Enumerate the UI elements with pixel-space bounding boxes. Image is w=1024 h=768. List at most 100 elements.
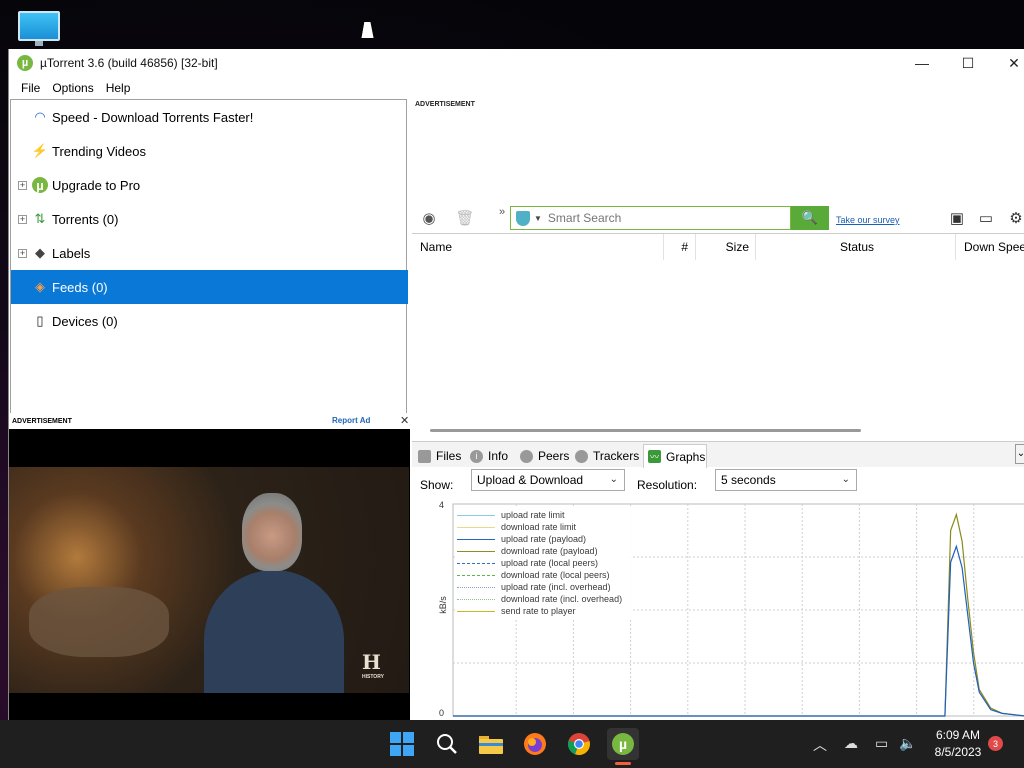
rss-icon[interactable]: ◉: [419, 208, 439, 228]
title-bar[interactable]: µ µTorrent 3.6 (build 46856) [32-bit]: [9, 49, 1024, 77]
sidebar-item-feeds[interactable]: ◈ Feeds (0): [11, 270, 408, 304]
sidebar-item-torrents[interactable]: + ⇅ Torrents (0): [11, 202, 408, 236]
column-down-speed[interactable]: Down Speed: [956, 234, 1024, 260]
legend-swatch: [457, 550, 495, 552]
legend-label: upload rate (payload): [501, 534, 587, 544]
settings-gear-icon[interactable]: ⚙: [1006, 208, 1024, 228]
transfer-graph: 4 0 kB/s upload rate limit download rate …: [438, 500, 1024, 720]
ad-video[interactable]: H HISTORY: [9, 467, 409, 693]
column-name[interactable]: Name: [412, 234, 664, 260]
show-select-value: Upload & Download: [477, 473, 584, 487]
sidebar-item-trending[interactable]: ⚡ Trending Videos: [11, 134, 408, 168]
maximize-button[interactable]: ☐: [945, 49, 991, 77]
collapse-panel-button[interactable]: ⌄: [1015, 444, 1024, 464]
sidebar-item-devices[interactable]: ▯ Devices (0): [11, 304, 408, 338]
utorrent-icon: µ: [32, 177, 48, 193]
sidebar-item-upgrade[interactable]: + µ Upgrade to Pro: [11, 168, 408, 202]
y-tick-max: 4: [439, 500, 445, 510]
show-select[interactable]: Upload & Download ⌄: [471, 469, 625, 491]
column-number[interactable]: #: [664, 234, 696, 260]
chevron-down-icon[interactable]: ▼: [534, 214, 542, 223]
menu-bar: File Options Help: [9, 77, 1024, 99]
start-icon[interactable]: [386, 728, 418, 760]
info-icon: i: [470, 449, 483, 463]
legend-label: upload rate limit: [501, 510, 565, 520]
expand-icon[interactable]: +: [18, 180, 27, 190]
report-ad-link[interactable]: Report Ad: [332, 416, 370, 425]
search-icon[interactable]: [431, 728, 463, 760]
close-button[interactable]: ✕: [991, 49, 1024, 77]
legend-label: upload rate (local peers): [501, 558, 599, 568]
tab-info[interactable]: i Info: [470, 444, 514, 468]
graph-legend: upload rate limit download rate limit uplo…: [455, 507, 633, 619]
minimize-button[interactable]: —: [899, 49, 945, 77]
network-icon[interactable]: ▭: [875, 735, 888, 752]
chrome-icon[interactable]: [563, 728, 595, 760]
sidebar-item-labels[interactable]: + ◆ Labels: [11, 236, 408, 270]
menu-file[interactable]: File: [15, 81, 46, 95]
show-hidden-icons-chevron-icon[interactable]: ︿: [813, 735, 827, 755]
notification-badge[interactable]: 3: [988, 736, 1003, 751]
tab-trackers[interactable]: Trackers: [575, 444, 641, 468]
smart-search[interactable]: ▼: [510, 206, 791, 230]
search-input[interactable]: [547, 211, 778, 225]
horizontal-scrollbar[interactable]: [430, 429, 861, 432]
left-advertisement: ADVERTISEMENT Report Ad ✕ H HISTORY: [9, 413, 410, 720]
sidebar-item-label: Speed - Download Torrents Faster!: [52, 109, 254, 125]
tab-label: Info: [488, 449, 509, 463]
firefox-icon[interactable]: [519, 728, 551, 760]
sidebar-item-label: Feeds (0): [52, 279, 108, 295]
search-button[interactable]: 🔍: [791, 206, 829, 230]
utorrent-logo-icon: µ: [17, 55, 33, 71]
desktop-computer-icon[interactable]: [18, 11, 60, 47]
clock-time[interactable]: 6:09 AM: [928, 728, 988, 742]
utorrent-taskbar-icon[interactable]: µ: [607, 728, 639, 760]
tab-files[interactable]: Files: [418, 444, 466, 468]
remote-icon[interactable]: ▭: [976, 208, 996, 228]
trash-icon[interactable]: 🗑: [455, 208, 475, 228]
tab-label: Files: [436, 449, 462, 463]
resolution-select[interactable]: 5 seconds ⌄: [715, 469, 857, 491]
sidebar-item-label: Labels: [52, 245, 91, 261]
tab-peers[interactable]: Peers: [520, 444, 570, 468]
y-tick-min: 0: [439, 708, 445, 718]
sidebar-item-speed[interactable]: ◠ Speed - Download Torrents Faster!: [11, 100, 408, 134]
legend-entry: upload rate (payload): [455, 533, 586, 545]
legend-entry: upload rate limit: [455, 509, 565, 521]
chat-icon[interactable]: ▣: [947, 208, 967, 228]
legend-label: download rate limit: [501, 522, 577, 532]
expand-icon[interactable]: +: [18, 214, 27, 224]
peers-icon: [520, 449, 533, 463]
file-explorer-icon[interactable]: [475, 728, 507, 760]
legend-swatch: [457, 610, 495, 612]
legend-label: download rate (local peers): [501, 570, 610, 580]
legend-swatch: [457, 598, 495, 600]
menu-options[interactable]: Options: [46, 81, 99, 95]
legend-label: upload rate (incl. overhead): [501, 582, 611, 592]
menu-help[interactable]: Help: [100, 81, 137, 95]
history-logo-text: HISTORY: [362, 674, 384, 680]
column-size[interactable]: Size: [696, 234, 756, 260]
ad-close-icon[interactable]: ✕: [400, 414, 409, 427]
trackers-icon: [575, 449, 588, 463]
video-prop: [29, 587, 169, 657]
resolution-select-value: 5 seconds: [721, 473, 776, 487]
top-ad-label: ADVERTISEMENT: [415, 101, 475, 108]
sidebar: ◠ Speed - Download Torrents Faster! ⚡ Tr…: [10, 99, 408, 414]
survey-link[interactable]: Take our survey: [836, 215, 900, 225]
expand-icon[interactable]: +: [18, 248, 27, 258]
ad-label: ADVERTISEMENT: [12, 417, 72, 425]
tab-graphs[interactable]: 〰 Graphs: [643, 444, 707, 468]
volume-icon[interactable]: 🔈: [899, 735, 916, 752]
clock-date[interactable]: 8/5/2023: [928, 745, 988, 759]
rss-icon: ◈: [35, 279, 45, 294]
column-status[interactable]: Status: [756, 234, 956, 260]
legend-label: download rate (incl. overhead): [501, 594, 623, 604]
legend-swatch: [457, 526, 495, 528]
legend-entry: upload rate (incl. overhead): [455, 581, 611, 593]
up-down-arrows-icon: ⇅: [34, 211, 46, 226]
cloud-offline-icon[interactable]: ☁: [844, 735, 858, 752]
more-chevron-icon[interactable]: »: [492, 202, 512, 222]
detail-tabs: Files i Info Peers Trackers 〰 Graphs ⌄: [412, 441, 1024, 468]
tab-label: Graphs: [666, 449, 706, 464]
